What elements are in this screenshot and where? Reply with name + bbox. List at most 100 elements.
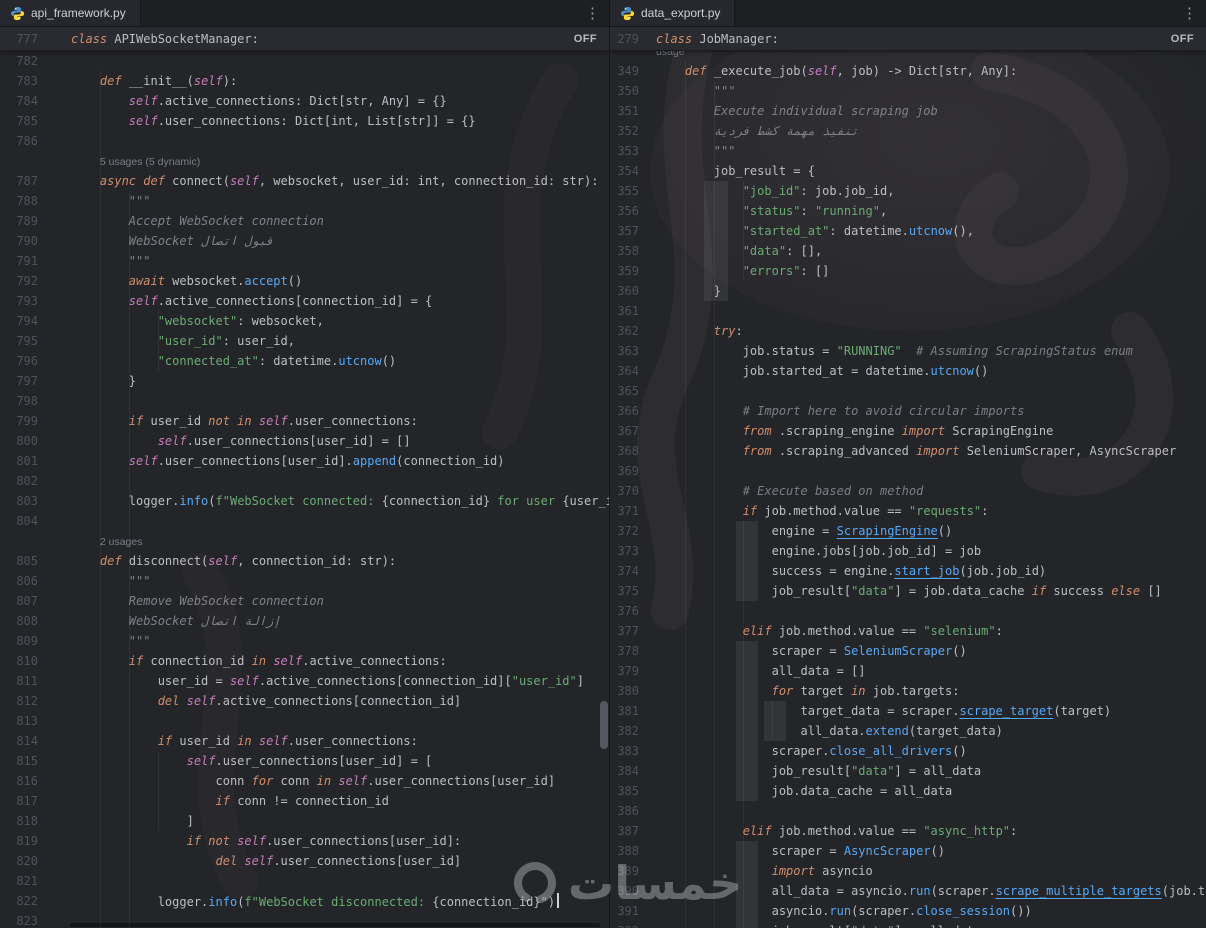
line-number: 363 [617, 344, 639, 358]
usages-inlay-hint[interactable]: usage [656, 51, 685, 61]
code-line: 807 Remove WebSocket connection [0, 591, 609, 611]
editor-pane-left: api_framework.py ⋮ 777 class APIWebSocke… [0, 0, 610, 928]
line-number: 356 [617, 204, 639, 218]
line-number: 359 [617, 264, 639, 278]
code-line: 384 job_result["data"] = all_data [610, 761, 1206, 781]
code-line: 792 await websocket.accept() [0, 271, 609, 291]
code-line: 387 elif job.method.value == "async_http… [610, 821, 1206, 841]
code-line: 783 def __init__(self): [0, 71, 609, 91]
code-line: 359 "errors": [] [610, 261, 1206, 281]
line-number: 786 [16, 134, 38, 148]
sticky-header-left: 777 class APIWebSocketManager: OFF [0, 27, 609, 51]
code-line: 812 del self.active_connections[connecti… [0, 691, 609, 711]
line-number: 358 [617, 244, 639, 258]
line-number: 818 [16, 814, 38, 828]
code-line: 818 ] [0, 811, 609, 831]
line-number: 799 [16, 414, 38, 428]
tab-bar-right: data_export.py ⋮ [610, 0, 1206, 27]
line-number: 352 [617, 124, 639, 138]
line-number: 802 [16, 474, 38, 488]
line-number: 378 [617, 644, 639, 658]
horizontal-scrollbar-thumb[interactable] [70, 923, 600, 927]
line-number: 384 [617, 764, 639, 778]
tab-label: data_export.py [641, 6, 721, 20]
line-number: 810 [16, 654, 38, 668]
line-number: 797 [16, 374, 38, 388]
line-number: 380 [617, 684, 639, 698]
line-number: 391 [617, 904, 639, 918]
line-number: 355 [617, 184, 639, 198]
code-line: 366 # Import here to avoid circular impo… [610, 401, 1206, 421]
code-line: 386 [610, 801, 1206, 821]
line-number: 783 [16, 74, 38, 88]
line-number: 387 [617, 824, 639, 838]
code-line: 782 [0, 51, 609, 71]
line-number: 807 [16, 594, 38, 608]
code-line: 391 asyncio.run(scraper.close_session()) [610, 901, 1206, 921]
line-number: 360 [617, 284, 639, 298]
line-number: 788 [16, 194, 38, 208]
line-number: 392 [610, 921, 639, 928]
line-number: 790 [16, 234, 38, 248]
tab-data-export[interactable]: data_export.py [610, 0, 736, 26]
line-number: 801 [16, 454, 38, 468]
code-area-right[interactable]: usage 349 def _execute_job(self, job) -> … [610, 51, 1206, 928]
tab-label: api_framework.py [31, 6, 126, 20]
code-line: 363 job.status = "RUNNING" # Assuming Sc… [610, 341, 1206, 361]
code-line: 794 "websocket": websocket, [0, 311, 609, 331]
code-line: 803 logger.info(f"WebSocket connected: {… [0, 491, 609, 511]
line-number: 813 [16, 714, 38, 728]
code-area-left[interactable]: 782 783 def __init__(self): 784 self.activ… [0, 51, 609, 928]
line-number: 816 [16, 774, 38, 788]
text-caret [557, 893, 560, 908]
more-options-icon[interactable]: ⋮ [1173, 0, 1206, 26]
line-number: 821 [16, 874, 38, 888]
line-number: 823 [16, 914, 38, 928]
code-line: 385 job.data_cache = all_data [610, 781, 1206, 801]
vertical-scrollbar-thumb[interactable] [600, 701, 608, 749]
code-line: 785 self.user_connections: Dict[int, Lis… [0, 111, 609, 131]
code-line: 786 [0, 131, 609, 151]
line-number: 822 [16, 894, 38, 908]
code-line: 793 self.active_connections[connection_i… [0, 291, 609, 311]
more-options-icon[interactable]: ⋮ [576, 0, 609, 26]
line-number: 804 [16, 514, 38, 528]
line-number: 351 [617, 104, 639, 118]
usages-inlay-hint[interactable]: 2 usages [71, 532, 143, 552]
line-number: 792 [16, 274, 38, 288]
code-line: 789 Accept WebSocket connection [0, 211, 609, 231]
code-line: 788 """ [0, 191, 609, 211]
line-number: 812 [16, 694, 38, 708]
line-number: 374 [617, 564, 639, 578]
code-line: 816 conn for conn in self.user_connectio… [0, 771, 609, 791]
code-line: 349 def _execute_job(self, job) -> Dict[… [610, 61, 1206, 81]
tab-api-framework[interactable]: api_framework.py [0, 0, 141, 26]
code-line: 389 import asyncio [610, 861, 1206, 881]
off-badge: OFF [1170, 32, 1194, 45]
tab-bar-left: api_framework.py ⋮ [0, 0, 609, 27]
line-number: 791 [16, 254, 38, 268]
line-number: 357 [617, 224, 639, 238]
line-number: 789 [16, 214, 38, 228]
line-number: 793 [16, 294, 38, 308]
code-line: 822 logger.info(f"WebSocket disconnected… [0, 891, 609, 911]
line-number: 782 [16, 54, 38, 68]
line-number [610, 51, 639, 61]
code-line: 808 WebSocket إزالة اتصال [0, 611, 609, 631]
code-line: 5 usages (5 dynamic) [0, 151, 609, 171]
code-line: 376 [610, 601, 1206, 621]
line-number: 372 [617, 524, 639, 538]
line-number: 805 [16, 554, 38, 568]
line-number: 362 [617, 324, 639, 338]
code-line: 800 self.user_connections[user_id] = [] [0, 431, 609, 451]
code-line: 806 """ [0, 571, 609, 591]
code-line: 382 all_data.extend(target_data) [610, 721, 1206, 741]
code-line: 805 def disconnect(self, connection_id: … [0, 551, 609, 571]
line-number: 371 [617, 504, 639, 518]
usages-inlay-hint[interactable]: 5 usages (5 dynamic) [71, 152, 200, 172]
ide-root: api_framework.py ⋮ 777 class APIWebSocke… [0, 0, 1206, 928]
line-number: 820 [16, 854, 38, 868]
line-number [0, 531, 38, 551]
line-number: 385 [617, 784, 639, 798]
sticky-header-right: 279 class JobManager: OFF [610, 27, 1206, 51]
